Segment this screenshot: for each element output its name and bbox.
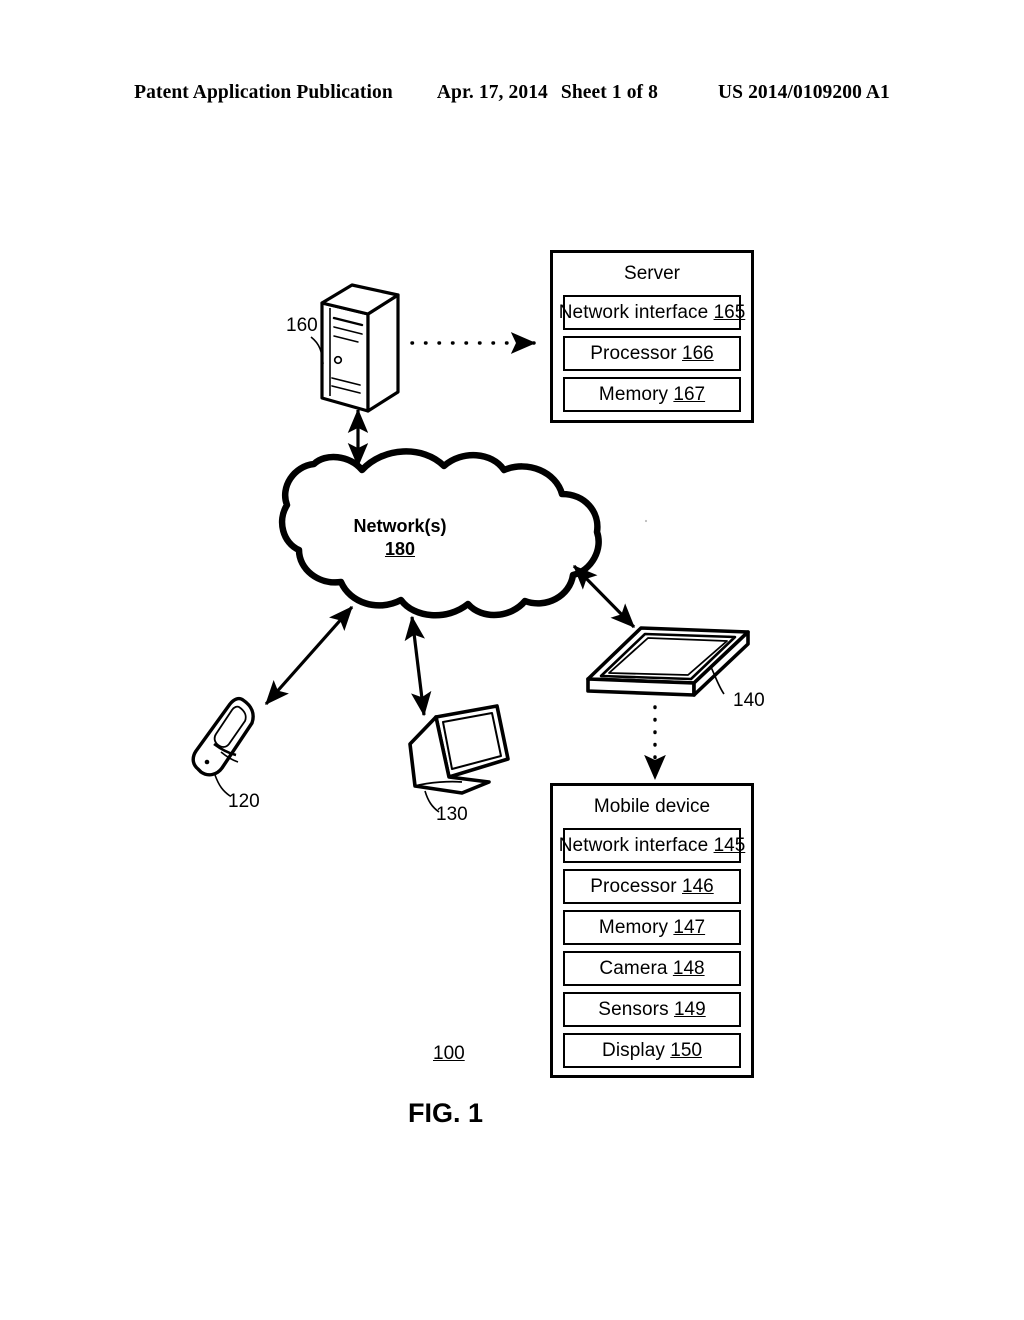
mobile-camera-ref: 148 [672, 957, 705, 979]
mobile-memory-ref: 147 [673, 916, 706, 938]
mobile-processor-ref: 146 [682, 875, 714, 897]
mobile-phone-icon [191, 696, 255, 797]
mobile-sensors-ref: 149 [673, 998, 706, 1020]
mobile-camera-box: Camera 148 [563, 951, 741, 986]
network-cloud-name: Network(s) [353, 516, 447, 536]
server-memory-ref: 167 [673, 383, 706, 405]
mobile-network-interface-box: Network interface 145 [559, 828, 745, 863]
server-tower-icon [310, 283, 400, 413]
network-cloud-ref: 180 [384, 539, 416, 559]
mobile-display-box: Display 150 [563, 1033, 741, 1068]
ref-130-laptop: 130 [436, 804, 468, 825]
page-header: Patent Application Publication Apr. 17, … [0, 82, 1024, 114]
server-processor-box: Processor 166 [563, 336, 741, 371]
mobile-display-ref: 150 [670, 1039, 702, 1061]
mobile-display-label: Display [602, 1039, 665, 1061]
scan-artifact-speck [644, 519, 648, 523]
header-publication: Patent Application Publication [134, 82, 393, 103]
cloud-phone-arrow [264, 605, 354, 706]
server-network-interface-ref: 165 [713, 301, 746, 323]
mobile-device-component-box: Mobile device Network interface 145 Proc… [550, 783, 754, 1078]
server-memory-box: Memory 167 [563, 377, 741, 412]
server-component-box: Server Network interface 165 Processor 1… [550, 250, 754, 423]
cloud-laptop-arrow [404, 615, 432, 717]
mobile-memory-label: Memory [598, 916, 669, 938]
ref-120-phone: 120 [228, 791, 260, 812]
mobile-network-interface-ref: 145 [713, 834, 746, 856]
ref-140-tablet: 140 [733, 690, 765, 711]
cloud-tablet-arrow [572, 564, 636, 629]
tablet-icon [586, 626, 750, 697]
server-processor-ref: 166 [682, 342, 714, 364]
figure-line-art [191, 283, 750, 813]
ref-100-system: 100 [433, 1043, 465, 1064]
header-date: Apr. 17, 2014 [436, 82, 548, 103]
laptop-icon [408, 704, 510, 813]
mobile-sensors-box: Sensors 149 [563, 992, 741, 1027]
ref-160-server-tower: 160 [286, 315, 318, 336]
header-patent-number: US 2014/0109200 A1 [717, 82, 890, 103]
network-cloud-label: Network(s) 180 [300, 515, 500, 561]
mobile-memory-box: Memory 147 [563, 910, 741, 945]
patent-figure-page: Patent Application Publication Apr. 17, … [0, 0, 1024, 1320]
server-processor-label: Processor [590, 342, 677, 364]
mobile-box-title: Mobile device [593, 796, 711, 817]
header-sheet: Sheet 1 of 8 [560, 82, 658, 103]
figure-caption: FIG. 1 [408, 1098, 484, 1128]
server-network-interface-label: Network interface [558, 301, 709, 323]
mobile-processor-label: Processor [590, 875, 677, 897]
mobile-sensors-label: Sensors [598, 998, 669, 1020]
server-network-interface-box: Network interface 165 [559, 295, 745, 330]
server-memory-label: Memory [598, 383, 669, 405]
mobile-network-interface-label: Network interface [558, 834, 709, 856]
mobile-processor-box: Processor 146 [563, 869, 741, 904]
mobile-camera-label: Camera [599, 957, 668, 979]
server-box-title: Server [624, 263, 680, 284]
